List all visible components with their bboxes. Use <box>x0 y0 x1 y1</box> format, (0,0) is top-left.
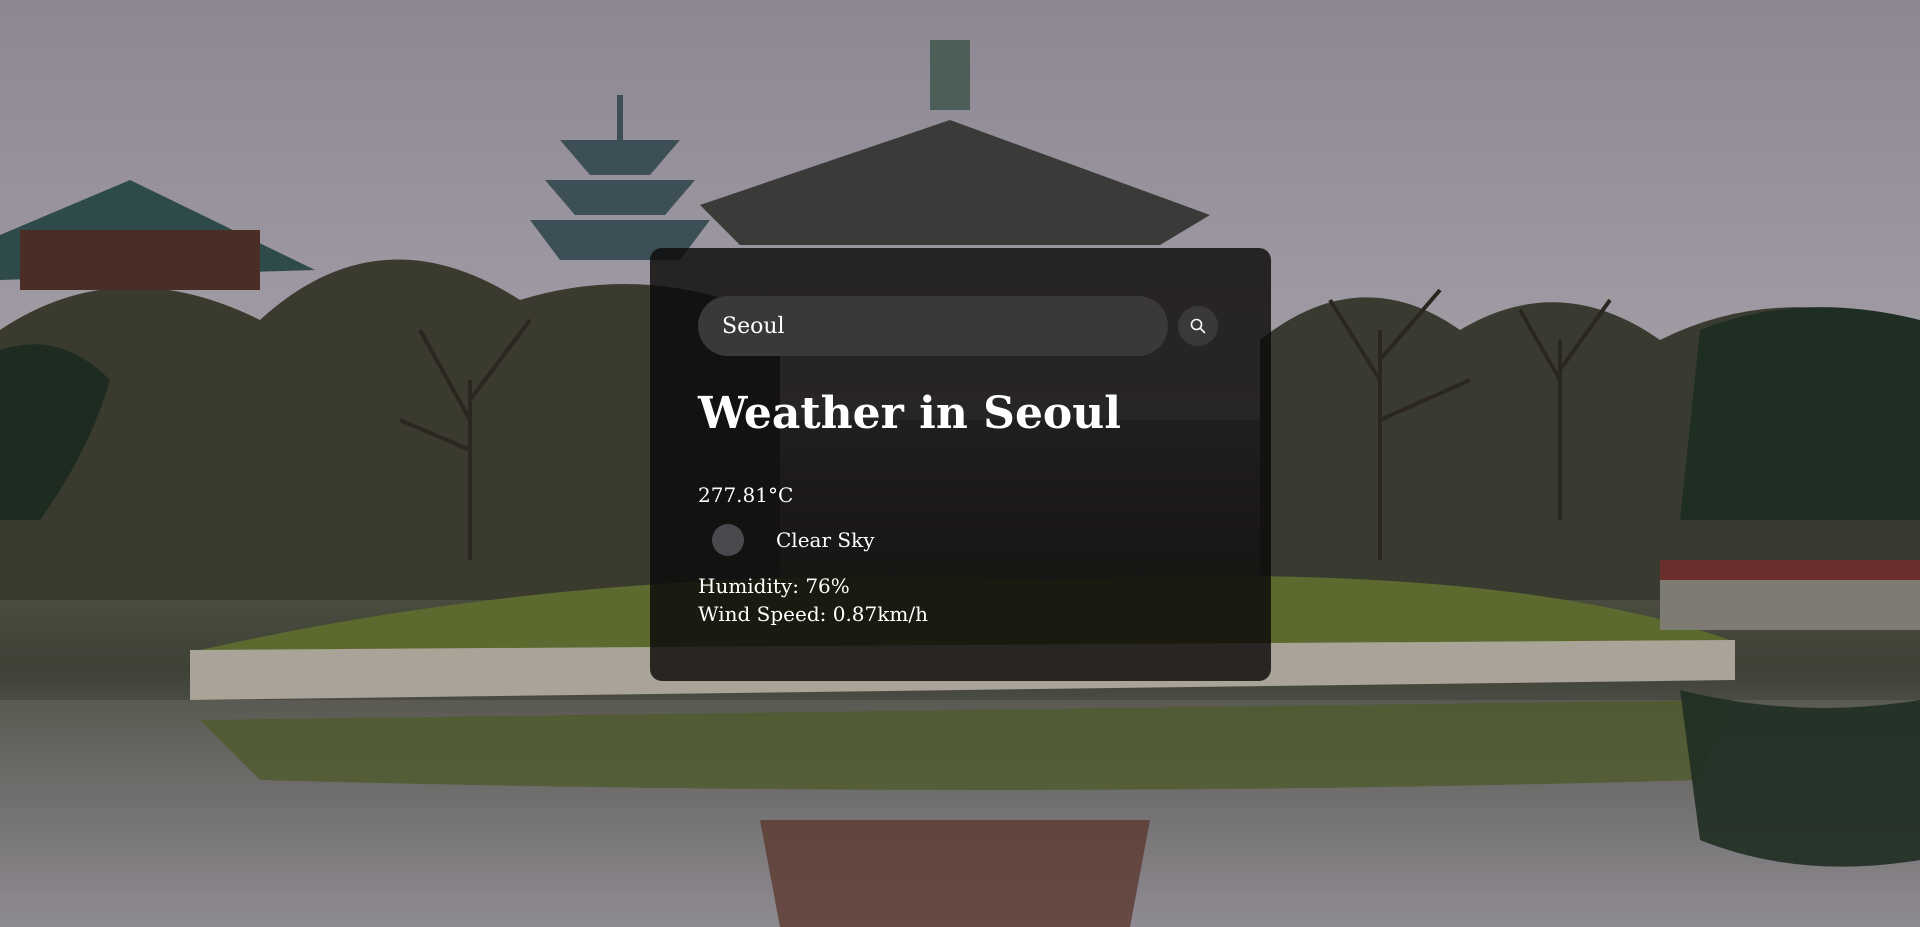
wind-speed-value: Wind Speed: 0.87km/h <box>698 602 928 626</box>
humidity-value: Humidity: 76% <box>698 574 850 598</box>
weather-condition-icon <box>712 524 744 556</box>
search-icon <box>1190 318 1206 334</box>
search-bar <box>698 296 1218 356</box>
weather-card: Weather in Seoul 277.81°C Clear Sky Humi… <box>650 248 1271 681</box>
weather-description-row: Clear Sky <box>712 524 875 556</box>
temperature-value: 277.81°C <box>698 483 794 507</box>
search-input[interactable] <box>698 296 1168 356</box>
search-button[interactable] <box>1178 306 1218 346</box>
weather-description: Clear Sky <box>776 528 875 552</box>
weather-title: Weather in Seoul <box>698 388 1121 439</box>
